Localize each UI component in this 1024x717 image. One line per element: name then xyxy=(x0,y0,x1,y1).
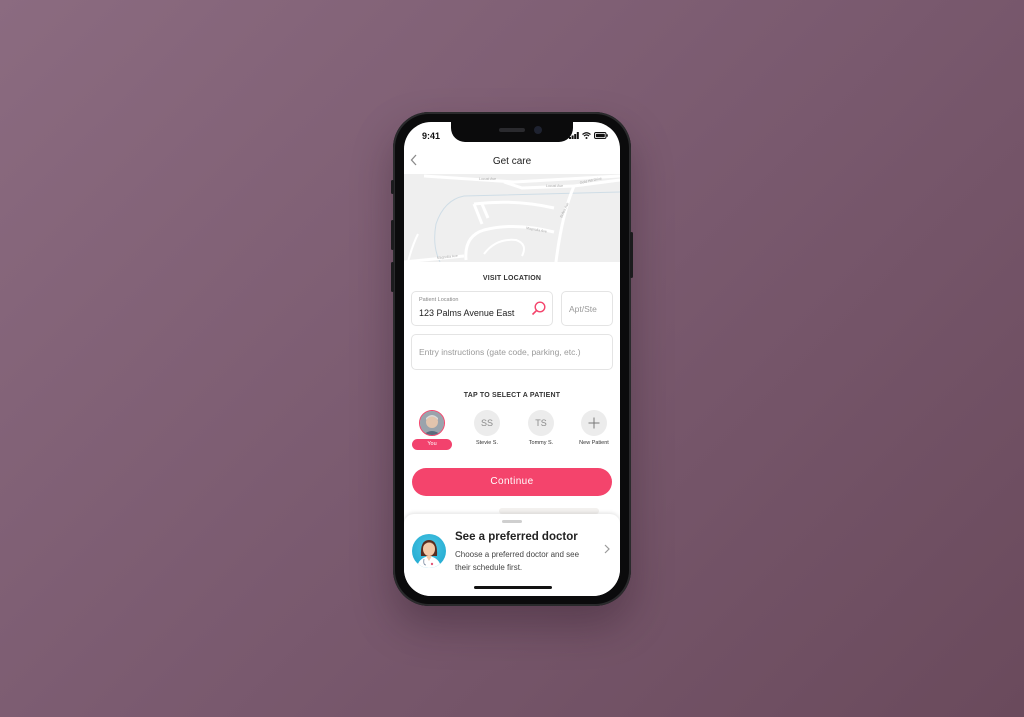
silent-switch xyxy=(391,180,394,194)
avatar[interactable]: SS xyxy=(474,410,500,436)
continue-button[interactable]: Continue xyxy=(412,468,612,496)
chevron-right-icon[interactable] xyxy=(604,544,610,557)
entry-instructions-field[interactable]: Entry instructions (gate code, parking, … xyxy=(411,334,613,370)
doctor-illustration-icon xyxy=(417,540,441,568)
patient-option-you[interactable]: You xyxy=(409,410,455,450)
apt-ste-placeholder: Apt/Ste xyxy=(569,304,597,314)
patient-location-label: Patient Location xyxy=(419,297,459,303)
phone-frame: 9:41 Get care Locust Ave Locust Ave Gold… xyxy=(391,112,633,606)
preferred-doctor-description: Choose a preferred doctor and see their … xyxy=(455,550,580,572)
patient-label: New Patient xyxy=(579,440,609,446)
patient-option-tommy[interactable]: TS Tommy S. xyxy=(518,410,564,446)
signal-icon xyxy=(569,132,579,139)
avatar[interactable] xyxy=(581,410,607,436)
patient-location-field[interactable]: Patient Location 123 Palms Avenue East xyxy=(411,291,553,326)
entry-instructions-placeholder: Entry instructions (gate code, parking, … xyxy=(419,347,581,357)
select-patient-heading: TAP TO SELECT A PATIENT xyxy=(463,392,561,399)
user-photo-icon xyxy=(420,411,444,435)
page-title: Get care xyxy=(492,156,532,167)
patient-location-value: 123 Palms Avenue East xyxy=(419,308,515,318)
new-patient-button[interactable]: New Patient xyxy=(571,410,617,446)
map-street-label: Locust Ave xyxy=(479,177,496,181)
map-street-label: Locust Ave xyxy=(546,184,563,188)
volume-up-button xyxy=(391,220,394,250)
apt-ste-field[interactable]: Apt/Ste xyxy=(561,291,613,326)
battery-icon xyxy=(594,132,608,139)
patient-label-selected: You xyxy=(412,439,452,450)
plus-icon xyxy=(588,417,600,429)
power-button xyxy=(630,232,633,278)
app-screen: 9:41 Get care Locust Ave Locust Ave Gold… xyxy=(404,122,620,596)
map-streets: Locust Ave Locust Ave Gold Hill Drive Bo… xyxy=(404,174,620,264)
patient-label: Tommy S. xyxy=(528,440,554,446)
preferred-doctor-sheet[interactable]: See a preferred doctor Choose a preferre… xyxy=(404,514,620,596)
status-icons xyxy=(569,132,608,139)
map-view[interactable]: Locust Ave Locust Ave Gold Hill Drive Bo… xyxy=(404,174,620,264)
patient-option-stevie[interactable]: SS Stevie S. xyxy=(464,410,510,446)
camera xyxy=(534,126,542,134)
doctor-avatar xyxy=(412,534,446,568)
search-icon[interactable] xyxy=(531,301,546,316)
status-time: 9:41 xyxy=(422,131,441,141)
avatar[interactable]: TS xyxy=(528,410,554,436)
notch xyxy=(451,122,573,142)
sheet-grabber[interactable] xyxy=(502,520,522,523)
speaker xyxy=(499,128,525,132)
patient-label: Stevie S. xyxy=(475,440,498,446)
visit-location-heading: VISIT LOCATION xyxy=(482,275,542,282)
map-street-label: Magnolia Ave xyxy=(526,226,547,234)
avatar[interactable] xyxy=(419,410,445,436)
preferred-doctor-title: See a preferred doctor xyxy=(455,531,578,543)
nav-bar: Get care xyxy=(404,152,620,174)
wifi-icon xyxy=(582,132,591,139)
volume-down-button xyxy=(391,262,394,292)
home-indicator[interactable] xyxy=(474,586,552,589)
